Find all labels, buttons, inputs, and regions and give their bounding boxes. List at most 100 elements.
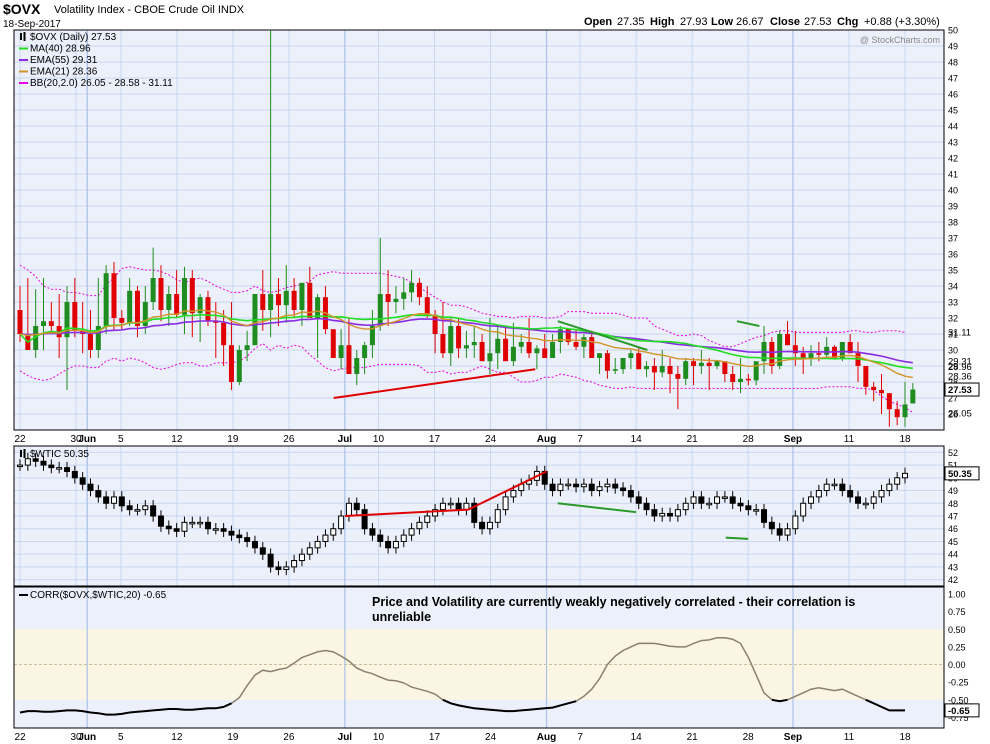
ovx-candle-body bbox=[550, 342, 556, 358]
wtic-candle-body bbox=[338, 515, 345, 530]
wtic-candle-body bbox=[894, 477, 901, 485]
wtic-candle-body bbox=[95, 490, 102, 498]
wtic-candle-body bbox=[408, 528, 415, 536]
wtic-candle-body bbox=[612, 483, 619, 489]
wtic-candle-body bbox=[385, 540, 392, 549]
x-tick-label: Jun bbox=[78, 732, 96, 743]
x-tick-label: Jul bbox=[338, 732, 353, 743]
value-tag: 26.05 bbox=[948, 409, 972, 420]
ovx-candle-body bbox=[730, 374, 736, 382]
ovx-candle-body bbox=[424, 297, 430, 315]
quote-date: 18-Sep-2017 bbox=[3, 19, 61, 30]
x-tick-label: 19 bbox=[227, 434, 239, 445]
legend-bar-icon bbox=[20, 450, 22, 457]
y-tick-label: 45 bbox=[948, 537, 958, 547]
x-tick-label: 18 bbox=[899, 732, 911, 743]
ovx-candle-body bbox=[150, 278, 156, 302]
y-tick-label: 44 bbox=[948, 550, 958, 560]
wtic-candle-body bbox=[48, 464, 55, 469]
ovx-candle-body bbox=[738, 378, 744, 382]
wtic-candle-body bbox=[753, 509, 760, 512]
ovx-candle-body bbox=[863, 366, 869, 387]
wtic-candle-body bbox=[330, 528, 337, 536]
ovx-candle-body bbox=[189, 278, 195, 314]
y-tick-label: 46 bbox=[948, 90, 958, 100]
wtic-candle-body bbox=[682, 502, 689, 511]
x-tick-label: 22 bbox=[14, 732, 26, 743]
open-value: 27.35 bbox=[617, 16, 645, 28]
ovx-candle-body bbox=[698, 362, 704, 366]
index-name: Volatility Index - CBOE Crude Oil INDX bbox=[54, 4, 245, 16]
wtic-candle-body bbox=[674, 509, 681, 517]
wtic-candle-body bbox=[784, 528, 791, 536]
wtic-candle-body bbox=[79, 477, 86, 485]
wtic-candle-body bbox=[721, 496, 728, 499]
ovx-candle-body bbox=[416, 282, 422, 298]
ovx-candle-body bbox=[463, 345, 469, 349]
wtic-candle-body bbox=[588, 483, 595, 492]
legend-entry: BB(20,2.0) 26.05 - 28.58 - 31.11 bbox=[30, 78, 173, 89]
x-tick-label: Jul bbox=[338, 434, 353, 445]
ovx-candle-body bbox=[816, 353, 822, 355]
x-tick-label: 10 bbox=[373, 434, 385, 445]
wtic-candle-body bbox=[737, 502, 744, 507]
wtic-candle-body bbox=[620, 487, 627, 492]
wtic-candle-body bbox=[643, 502, 650, 511]
wtic-candle-body bbox=[416, 521, 423, 530]
x-tick-label: 21 bbox=[687, 732, 699, 743]
ovx-candle-body bbox=[448, 326, 454, 354]
wtic-candle-body bbox=[486, 521, 493, 530]
wtic-candle-body bbox=[823, 483, 830, 492]
wtic-candle-body bbox=[494, 509, 501, 523]
wtic-candle-body bbox=[56, 467, 63, 470]
chg-label: Chg bbox=[837, 16, 858, 28]
ovx-candle-body bbox=[902, 404, 908, 418]
x-tick-label: 24 bbox=[485, 732, 497, 743]
low-label: Low bbox=[711, 16, 733, 28]
wtic-candle-body bbox=[400, 534, 407, 542]
y-tick-label: -0.25 bbox=[948, 678, 969, 688]
wtic-candle-body bbox=[659, 512, 666, 517]
wtic-candle-body bbox=[165, 525, 172, 530]
wtic-candle-body bbox=[902, 472, 908, 479]
ovx-candle-body bbox=[589, 337, 595, 358]
wtic-candle-body bbox=[345, 502, 352, 517]
ovx-candle-body bbox=[354, 358, 360, 374]
wtic-candle-body bbox=[831, 483, 838, 487]
wtic-candle-body bbox=[197, 521, 204, 525]
ovx-candle-body bbox=[644, 366, 650, 370]
wtic-candle-body bbox=[455, 502, 462, 511]
open-label: Open bbox=[584, 16, 612, 28]
ovx-candle-body bbox=[910, 389, 916, 404]
wtic-candle-body bbox=[635, 496, 642, 504]
ovx-candle-body bbox=[628, 353, 634, 358]
ovx-candle-body bbox=[620, 358, 626, 370]
ovx-candle-body bbox=[667, 366, 673, 374]
ovx-candle-body bbox=[871, 386, 877, 390]
wtic-candle-body bbox=[157, 515, 164, 527]
wtic-candle-body bbox=[580, 483, 587, 488]
x-tick-label: 28 bbox=[743, 732, 755, 743]
ovx-candle-body bbox=[174, 294, 180, 315]
wtic-price-panel: 424344454647484950515250.35 bbox=[13, 445, 980, 587]
legend-entry: $WTIC 50.35 bbox=[30, 449, 89, 460]
ovx-candle-body bbox=[87, 334, 93, 350]
x-tick-label: 18 bbox=[899, 434, 911, 445]
x-tick-label: Jun bbox=[78, 434, 96, 445]
ovx-candle-body bbox=[362, 345, 368, 358]
ovx-candle-body bbox=[236, 350, 242, 382]
legend-bar-icon bbox=[23, 449, 26, 458]
ovx-candle-body bbox=[111, 273, 117, 318]
ovx-candle-body bbox=[72, 302, 78, 331]
wtic-candle-body bbox=[361, 509, 368, 530]
wtic-candle-body bbox=[150, 505, 157, 517]
wtic-candle-body bbox=[103, 496, 110, 504]
wtic-candle-body bbox=[189, 521, 196, 525]
x-tick-label: 17 bbox=[429, 434, 441, 445]
wtic-candle-body bbox=[776, 528, 783, 536]
x-tick-label: 7 bbox=[577, 732, 583, 743]
high-value: 27.93 bbox=[680, 16, 708, 28]
ovx-candle-body bbox=[824, 346, 830, 355]
wtic-candle-body bbox=[761, 509, 768, 523]
x-tick-label: 7 bbox=[577, 434, 583, 445]
